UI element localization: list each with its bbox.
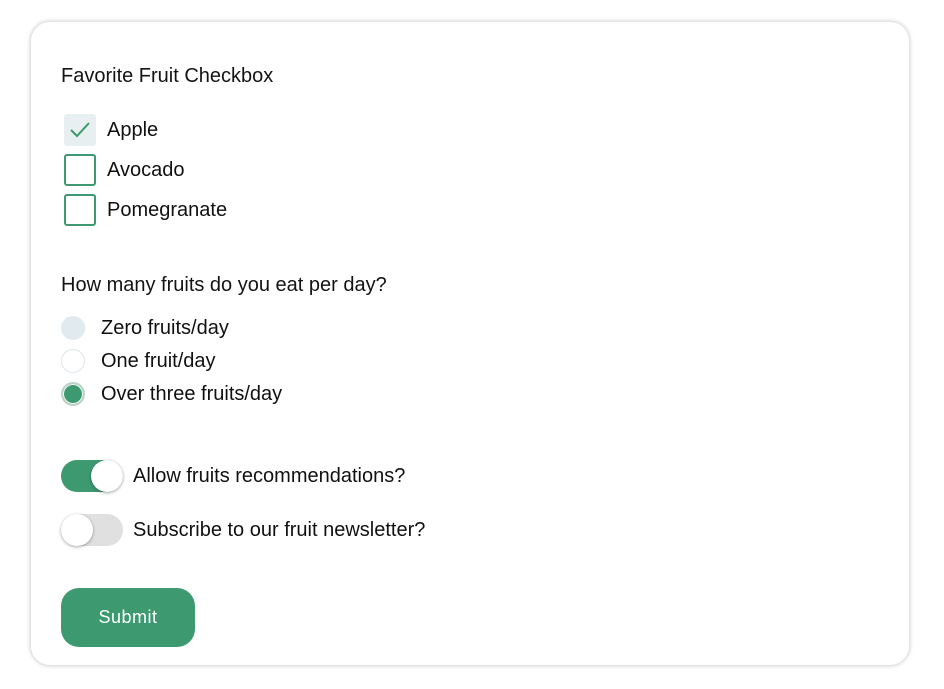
submit-button[interactable]: Submit	[61, 588, 195, 647]
checkbox-apple[interactable]: Apple	[64, 113, 158, 147]
radio-circle[interactable]	[61, 382, 85, 406]
radio-one-fruit[interactable]: One fruit/day	[61, 348, 216, 374]
radio-zero-fruits[interactable]: Zero fruits/day	[61, 315, 229, 341]
toggle-switch[interactable]	[61, 460, 123, 492]
toggle-label: Allow fruits recommendations?	[133, 465, 406, 487]
radio-label: Over three fruits/day	[101, 383, 283, 405]
checkmark-icon	[70, 122, 90, 138]
checkbox-box[interactable]	[64, 154, 96, 186]
toggle-knob[interactable]	[61, 514, 93, 546]
radio-label: One fruit/day	[101, 350, 216, 372]
checkbox-label: Avocado	[107, 159, 185, 181]
toggle-label: Subscribe to our fruit newsletter?	[133, 519, 426, 541]
checkbox-box[interactable]	[64, 114, 96, 146]
radio-circle[interactable]	[61, 316, 85, 340]
checkbox-label: Apple	[107, 119, 159, 141]
checkbox-pomegranate[interactable]: Pomegranate	[64, 193, 227, 227]
toggle-knob[interactable]	[91, 460, 123, 492]
checkbox-avocado[interactable]: Avocado	[64, 153, 184, 187]
radio-section-title: How many fruits do you eat per day?	[61, 274, 387, 296]
toggle-newsletter[interactable]: Subscribe to our fruit newsletter?	[61, 513, 425, 547]
radio-label: Zero fruits/day	[101, 317, 229, 339]
form-card: Favorite Fruit Checkbox Apple Avocado Po…	[30, 21, 910, 666]
checkbox-box[interactable]	[64, 194, 96, 226]
checkbox-section-title: Favorite Fruit Checkbox	[61, 65, 274, 87]
toggle-switch[interactable]	[61, 514, 123, 546]
radio-over-three-fruits[interactable]: Over three fruits/day	[61, 381, 282, 407]
radio-circle[interactable]	[61, 349, 85, 373]
toggle-recommendations[interactable]: Allow fruits recommendations?	[61, 459, 405, 493]
checkbox-label: Pomegranate	[107, 199, 228, 221]
